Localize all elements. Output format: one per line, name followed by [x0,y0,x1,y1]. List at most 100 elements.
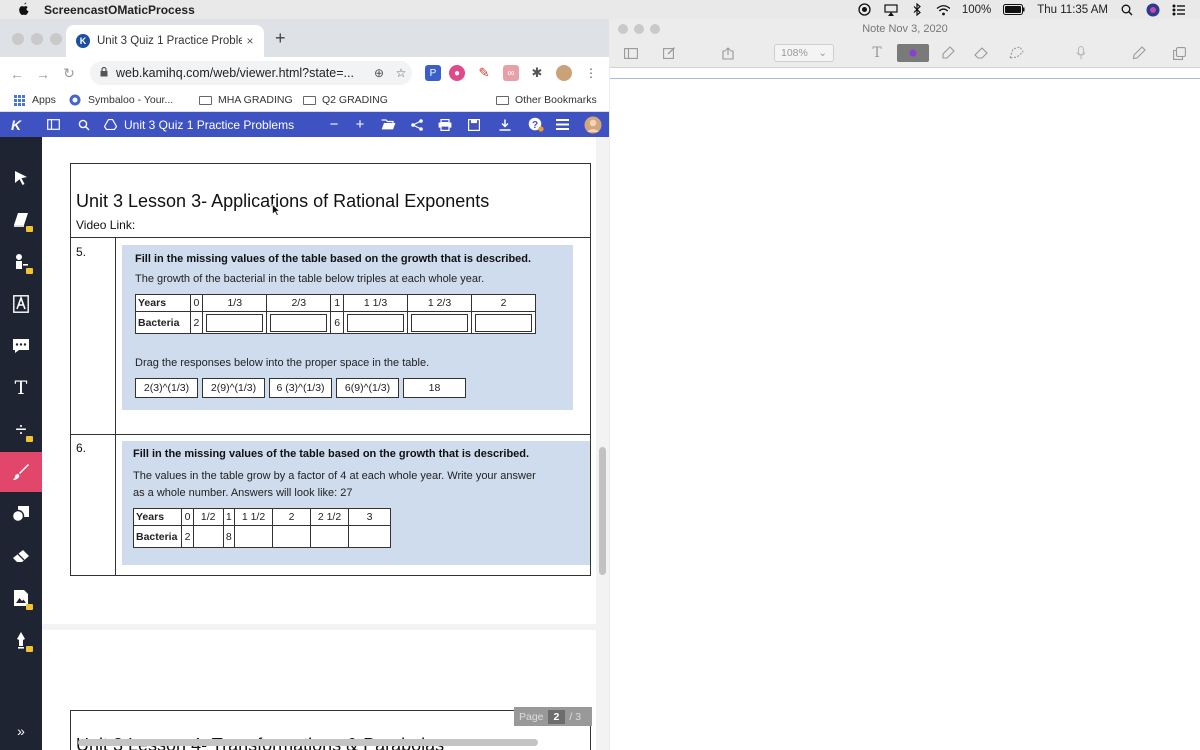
equation-tool-icon[interactable]: ÷ [0,410,42,450]
airplay-icon[interactable] [884,3,898,16]
zoom-in-icon[interactable]: + [353,116,367,133]
extension-screencast-icon[interactable]: ● [449,65,465,81]
draggable-response-chip[interactable]: 6(9)^(1/3) [336,378,399,398]
siri-icon[interactable] [1146,3,1160,16]
share-upload-icon[interactable] [719,44,737,62]
answer-input-cell[interactable] [348,525,391,548]
back-arrow-icon[interactable]: ← [4,66,30,82]
page-indicator[interactable]: Page 2 / 3 [514,707,592,726]
add-image-tool-icon[interactable] [0,578,42,618]
drop-slot[interactable] [407,311,472,334]
active-app-name[interactable]: ScreencastOMaticProcess [44,3,195,17]
reload-icon[interactable]: ↻ [56,65,82,82]
markup-pen-icon[interactable] [1130,44,1148,62]
forward-arrow-icon[interactable]: → [30,66,56,82]
help-icon[interactable]: ? [527,116,545,133]
window-minimize-button[interactable] [31,33,43,45]
tab-close-icon[interactable]: × [242,34,258,48]
wifi-icon[interactable] [936,4,950,16]
expand-sidebar-icon[interactable]: » [0,711,42,750]
eraser-tool-icon[interactable] [0,536,42,576]
document-title[interactable]: Unit 3 Quiz 1 Practice Problems [124,116,294,133]
signature-tool-icon[interactable] [0,620,42,660]
eraser-icon[interactable] [972,44,990,62]
window-zoom-button[interactable] [50,33,62,45]
profile-avatar[interactable] [556,65,572,81]
open-folder-icon[interactable] [380,116,396,133]
save-icon[interactable] [466,116,481,133]
print-icon[interactable] [437,116,453,133]
extension-link-icon[interactable]: ∞ [503,65,519,81]
chrome-menu-icon[interactable]: ⋮ [583,65,599,81]
bluetooth-icon[interactable] [910,3,924,16]
address-bar[interactable]: web.kamihq.com/web/viewer.html?state=...… [90,61,412,85]
control-center-icon[interactable] [1172,4,1186,16]
answer-input-cell[interactable] [192,525,224,548]
window-close-button[interactable] [12,33,24,45]
new-tab-button[interactable]: + [275,28,286,49]
browser-tab-active[interactable]: K Unit 3 Quiz 1 Practice Problem × [66,25,264,57]
draggable-response-chip[interactable]: 2(3)^(1/3) [135,378,198,398]
select-cursor-tool-icon[interactable] [0,158,42,198]
drop-slot[interactable] [343,311,408,334]
bookmark-star-icon[interactable]: ☆ [390,66,412,80]
google-drive-icon[interactable] [102,116,118,133]
zoom-out-icon[interactable]: − [327,116,341,133]
drop-slot[interactable] [471,311,536,334]
notes-canvas[interactable] [610,79,1200,750]
user-avatar[interactable] [584,116,602,133]
drop-slot[interactable] [266,311,332,334]
extensions-puzzle-icon[interactable]: ✱ [529,65,545,81]
bookmark-folder-other[interactable]: Other Bookmarks [495,94,597,106]
horizontal-scrollbar[interactable] [78,739,538,746]
answer-input-cell[interactable] [272,525,311,548]
share-icon[interactable] [409,116,424,133]
url-text[interactable]: web.kamihq.com/web/viewer.html?state=... [116,66,368,80]
pen-color-swatch[interactable] [897,44,929,62]
drop-slot[interactable] [202,311,268,334]
document-viewer[interactable]: Unit 3 Lesson 3- Applications of Rationa… [42,137,609,750]
draggable-response-chip[interactable]: 2(9)^(1/3) [202,378,265,398]
comment-tool-icon[interactable] [0,326,42,366]
lock-icon[interactable] [100,66,108,80]
battery-icon[interactable] [1003,4,1025,16]
battery-percentage: 100% [961,3,992,16]
hamburger-menu-icon[interactable] [555,116,570,133]
shapes-tool-icon[interactable] [0,494,42,534]
search-icon[interactable] [76,116,92,133]
compose-icon[interactable] [660,44,678,62]
answer-input-cell[interactable] [234,525,273,548]
markup-highlight-tool-icon[interactable] [0,284,42,324]
vertical-scrollbar[interactable] [599,447,606,575]
answer-input-cell[interactable] [310,525,349,548]
extension-p-icon[interactable]: P [425,65,441,81]
text-tool-icon[interactable]: T [868,44,886,62]
zoom-select[interactable]: 108% ⌄ [774,44,834,62]
menubar-clock[interactable]: Thu 11:35 AM [1037,4,1108,16]
bookmark-apps[interactable]: Apps [12,94,56,106]
microphone-icon[interactable] [1072,44,1090,62]
kami-logo[interactable]: K [8,116,24,133]
text-box-tool-icon[interactable]: T [0,368,42,408]
bookmark-symbaloo[interactable]: Symbaloo - Your... [68,94,173,106]
dictionary-tool-icon[interactable] [0,200,42,240]
add-bookmark-plus-icon[interactable]: ⊕ [368,66,390,80]
bookmark-folder-q2-grading[interactable]: Q2 GRADING [302,94,388,106]
record-icon[interactable] [858,3,872,16]
text-to-speech-tool-icon[interactable] [0,242,42,282]
highlighter-icon[interactable] [939,44,957,62]
lasso-select-icon[interactable] [1005,44,1027,62]
spotlight-search-icon[interactable] [1120,4,1134,16]
copy-pages-icon[interactable] [1170,44,1188,62]
draggable-response-chip[interactable]: 6 (3)^(1/3) [269,378,332,398]
video-link-label[interactable]: Video Link: [76,218,135,232]
drawing-brush-tool-icon[interactable] [0,452,42,492]
sidebar-toggle-icon[interactable] [45,116,61,133]
download-icon[interactable] [497,116,512,133]
draggable-response-chip[interactable]: 18 [403,378,466,398]
apple-icon[interactable] [18,2,32,18]
current-page-number[interactable]: 2 [547,709,566,724]
sidebar-toggle-icon[interactable] [622,44,640,62]
bookmark-folder-mha-grading[interactable]: MHA GRADING [198,94,293,106]
extension-pen-icon[interactable]: ✎ [476,65,492,81]
